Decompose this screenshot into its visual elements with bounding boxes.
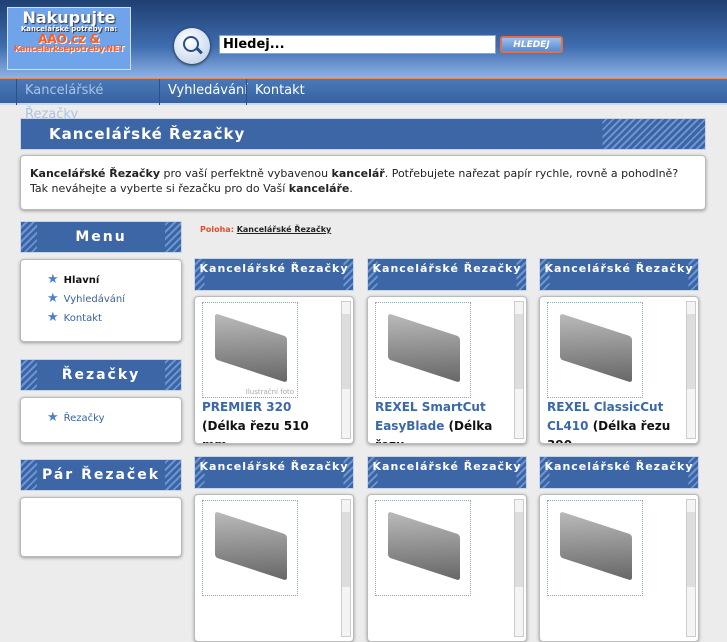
product-card: REXEL SmartCut EasyBlade (Délka řezu bbox=[367, 296, 527, 444]
cutter-image bbox=[560, 313, 632, 383]
nav-kontakt[interactable]: Kontakt bbox=[246, 79, 326, 105]
star-icon: ★ bbox=[47, 310, 59, 325]
star-icon: ★ bbox=[47, 272, 59, 287]
search-icon bbox=[174, 28, 210, 64]
intro-text-part: . bbox=[349, 182, 353, 195]
site-header: Nakupujte Kancelářské potřeby na: AAO.cz… bbox=[0, 0, 727, 78]
intro-bold: kanceláře bbox=[288, 182, 350, 195]
breadcrumb-label: Poloha: bbox=[200, 225, 234, 234]
par-rezacek-heading: Pár Řezaček bbox=[20, 459, 182, 491]
scrollbar-thumb[interactable] bbox=[687, 512, 695, 587]
page-title: Kancelářské Řezačky bbox=[20, 118, 706, 150]
search-input[interactable] bbox=[219, 35, 496, 54]
star-icon: ★ bbox=[47, 291, 59, 306]
product-card bbox=[194, 494, 354, 642]
menu-item-kontakt[interactable]: ★ Kontakt bbox=[47, 310, 181, 329]
breadcrumb: Poloha: Kancelářské Řezačky bbox=[200, 225, 331, 234]
scrollbar[interactable] bbox=[686, 499, 696, 637]
search-button[interactable]: HLEDEJ bbox=[500, 36, 563, 53]
intro-bold: Kancelářské Řezačky bbox=[30, 167, 160, 180]
product-image[interactable] bbox=[375, 500, 471, 596]
star-icon: ★ bbox=[47, 410, 59, 425]
scrollbar[interactable] bbox=[514, 499, 524, 637]
cutter-image bbox=[388, 313, 460, 383]
logo-line: Nakupujte bbox=[22, 8, 116, 27]
product-header: Kancelářské Řezačky bbox=[539, 258, 699, 291]
product-card: REXEL ClassicCut CL410 (Délka řezu 390 bbox=[539, 296, 699, 444]
scrollbar-thumb[interactable] bbox=[515, 512, 523, 587]
product-image[interactable]: Ilustrační foto bbox=[202, 302, 298, 398]
product-link[interactable]: PREMIER 320 bbox=[202, 400, 291, 414]
menu-item-hlavni[interactable]: ★ Hlavní bbox=[47, 272, 181, 291]
cutter-image bbox=[560, 511, 632, 581]
cutter-image bbox=[215, 313, 287, 383]
product-header: Kancelářské Řezačky bbox=[539, 456, 699, 489]
menu-label: Hlavní bbox=[63, 275, 100, 286]
scrollbar-thumb[interactable] bbox=[342, 314, 350, 389]
logo-line: Kancelarksepotreby.NET bbox=[13, 44, 125, 53]
scrollbar[interactable] bbox=[341, 301, 351, 439]
scrollbar[interactable] bbox=[514, 301, 524, 439]
product-card bbox=[367, 494, 527, 642]
product-text: REXEL ClassicCut CL410 (Délka řezu 390 bbox=[547, 398, 678, 443]
scrollbar-thumb[interactable] bbox=[342, 512, 350, 587]
product-desc: (Délka řezu 510 mm. bbox=[202, 419, 309, 443]
product-card: Ilustrační foto PREMIER 320 (Délka řezu … bbox=[194, 296, 354, 444]
par-rezacek-list bbox=[20, 497, 182, 557]
product-header: Kancelářské Řezačky bbox=[367, 258, 527, 291]
product-image[interactable] bbox=[547, 500, 643, 596]
intro-text-part: pro vaší perfektně vybavenou bbox=[160, 167, 332, 180]
scrollbar-thumb[interactable] bbox=[687, 314, 695, 389]
menu-item-vyhledavani[interactable]: ★ Vyhledávání bbox=[47, 291, 181, 310]
product-header: Kancelářské Řezačky bbox=[194, 258, 354, 291]
nav-rezacky[interactable]: Kancelářské Řezačky bbox=[16, 79, 159, 122]
main-nav: Kancelářské Řezačky Vyhledávání Kontakt bbox=[0, 78, 727, 122]
product-header: Kancelářské Řezačky bbox=[194, 456, 354, 489]
product-text: REXEL SmartCut EasyBlade (Délka řezu bbox=[375, 398, 506, 443]
product-card bbox=[539, 494, 699, 642]
intro-text: Kancelářské Řezačky pro vaší perfektně v… bbox=[20, 155, 706, 210]
scrollbar-thumb[interactable] bbox=[515, 314, 523, 389]
image-caption: Ilustrační foto bbox=[245, 388, 294, 396]
menu-label: Řezačky bbox=[63, 413, 105, 424]
breadcrumb-link[interactable]: Kancelářské Řezačky bbox=[237, 225, 332, 234]
site-logo[interactable]: Nakupujte Kancelářské potřeby na: AAO.cz… bbox=[7, 7, 131, 70]
menu-item-rezacky[interactable]: ★ Řezačky bbox=[47, 410, 181, 429]
rezacky-list: ★ Řezačky bbox=[20, 397, 182, 443]
menu-label: Vyhledávání bbox=[63, 294, 126, 305]
cutter-image bbox=[388, 511, 460, 581]
product-header: Kancelářské Řezačky bbox=[367, 456, 527, 489]
nav-vyhledavani[interactable]: Vyhledávání bbox=[159, 79, 248, 105]
intro-bold: kancelář bbox=[331, 167, 385, 180]
scrollbar[interactable] bbox=[341, 499, 351, 637]
product-image[interactable] bbox=[547, 302, 643, 398]
product-image[interactable] bbox=[202, 500, 298, 596]
menu-heading: Menu bbox=[20, 221, 182, 253]
cutter-image bbox=[215, 511, 287, 581]
rezacky-heading: Řezačky bbox=[20, 359, 182, 391]
product-text: PREMIER 320 (Délka řezu 510 mm. bbox=[202, 398, 333, 443]
scrollbar[interactable] bbox=[686, 301, 696, 439]
menu-list: ★ Hlavní ★ Vyhledávání ★ Kontakt bbox=[20, 259, 182, 342]
menu-label: Kontakt bbox=[63, 313, 102, 324]
product-image[interactable] bbox=[375, 302, 471, 398]
